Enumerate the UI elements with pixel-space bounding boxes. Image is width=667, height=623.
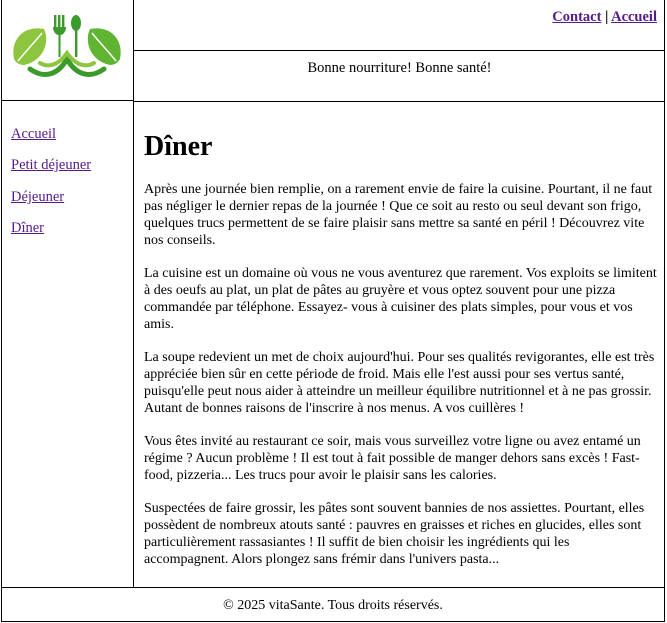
fork-spoon-leaves-logo-icon <box>13 15 121 77</box>
main-content: Dîner Après une journée bien remplie, on… <box>134 101 665 587</box>
sidebar-item-petit-dejeuner[interactable]: Petit déjeuner <box>11 157 91 174</box>
home-link[interactable]: Accueil <box>611 9 657 25</box>
sidebar-nav: Accueil Petit déjeuner Déjeuner Dîner <box>1 101 134 587</box>
top-nav: Contact | Accueil <box>134 0 665 51</box>
paragraph: Vous êtes invité au restaurant ce soir, … <box>144 434 641 483</box>
logo-cell <box>1 0 134 101</box>
page-title: Dîner <box>144 131 213 162</box>
nav-separator: | <box>605 9 609 25</box>
tagline: Bonne nourriture! Bonne santé! <box>134 51 665 102</box>
sidebar-item-dejeuner[interactable]: Déjeuner <box>11 189 64 206</box>
paragraph: La cuisine est un domaine où vous ne vou… <box>144 266 657 332</box>
footer: © 2025 vitaSante. Tous droits réservés. <box>1 587 665 622</box>
paragraph: Suspectées de faire grossir, les pâtes s… <box>144 501 645 567</box>
sidebar-item-accueil[interactable]: Accueil <box>11 126 56 143</box>
paragraph: Après une journée bien remplie, on a rar… <box>144 182 653 248</box>
sidebar-item-diner[interactable]: Dîner <box>11 220 44 237</box>
contact-link[interactable]: Contact <box>552 9 601 25</box>
paragraph: La soupe redevient un met de choix aujou… <box>144 350 655 416</box>
